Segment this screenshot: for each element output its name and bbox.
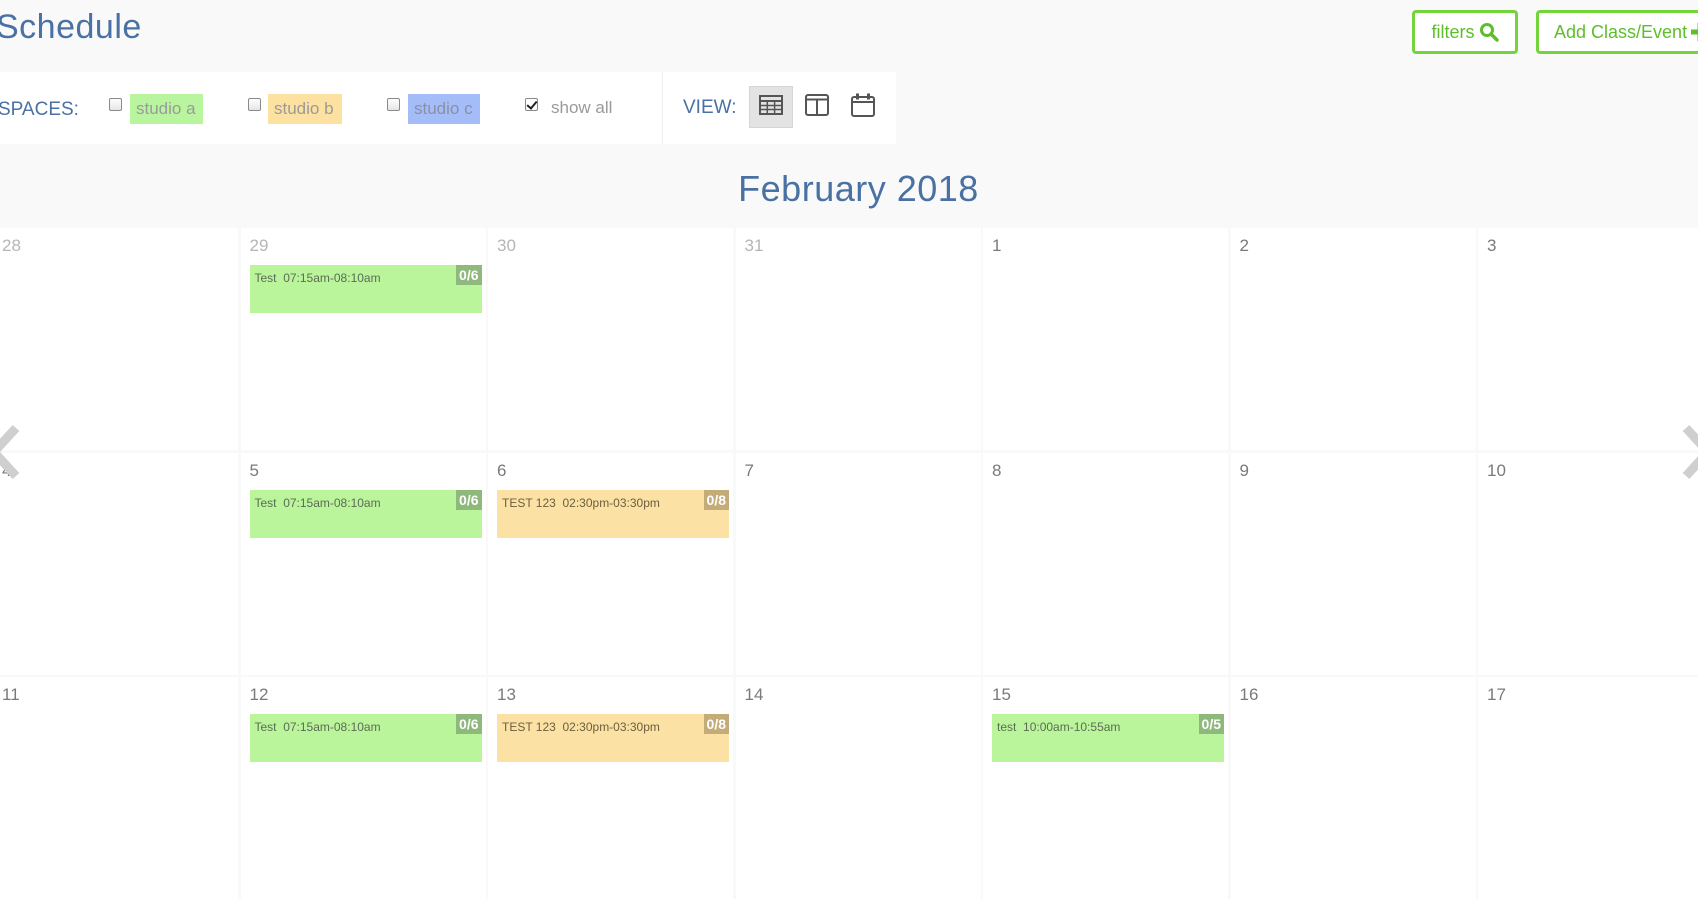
event-capacity-badge: 0/8 <box>704 490 729 510</box>
day-number: 6 <box>497 461 506 481</box>
week-view-button[interactable] <box>795 86 839 128</box>
event-block[interactable]: TEST 123 02:30pm-03:30pm 0/8 <box>497 714 729 762</box>
day-number: 10 <box>1487 461 1506 481</box>
day-number: 28 <box>2 236 21 256</box>
event-name: TEST 123 <box>502 720 556 734</box>
event-name: TEST 123 <box>502 496 556 510</box>
day-cell[interactable]: 17 <box>1478 677 1698 899</box>
day-cell[interactable]: 7 <box>736 453 981 675</box>
studio-b-checkbox[interactable] <box>248 98 261 111</box>
day-cell[interactable]: 6 TEST 123 02:30pm-03:30pm 0/8 <box>488 453 733 675</box>
plus-icon <box>1691 23 1698 41</box>
event-block[interactable]: Test 07:15am-08:10am 0/6 <box>250 265 482 313</box>
day-number: 29 <box>250 236 269 256</box>
view-switcher-panel: VIEW: <box>662 72 896 144</box>
day-cell[interactable]: 12 Test 07:15am-08:10am 0/6 <box>241 677 486 899</box>
day-number: 30 <box>497 236 516 256</box>
day-number: 7 <box>745 461 754 481</box>
event-block[interactable]: TEST 123 02:30pm-03:30pm 0/8 <box>497 490 729 538</box>
day-number: 1 <box>992 236 1001 256</box>
day-number: 9 <box>1240 461 1249 481</box>
day-number: 8 <box>992 461 1001 481</box>
day-cell[interactable]: 28 <box>0 228 238 450</box>
day-view-button[interactable] <box>841 86 885 128</box>
spaces-label: SPACES: <box>0 99 79 121</box>
studio-b-tag: studio b <box>268 94 342 124</box>
day-cell[interactable]: 3 <box>1478 228 1698 450</box>
event-capacity-badge: 0/6 <box>456 490 481 510</box>
day-cell[interactable]: 31 <box>736 228 981 450</box>
day-cell[interactable]: 1 <box>983 228 1228 450</box>
event-time: 10:00am-10:55am <box>1023 720 1120 734</box>
day-number: 14 <box>745 685 764 705</box>
schedule-toolbar: SPACES: studio a studio b studio c show … <box>0 72 897 144</box>
studio-c-tag: studio c <box>408 94 480 124</box>
add-class-event-label: Add Class/Event <box>1554 22 1687 43</box>
event-time: 07:15am-08:10am <box>283 496 380 510</box>
day-cell[interactable]: 2 <box>1231 228 1476 450</box>
studio-a-checkbox[interactable] <box>109 98 122 111</box>
week-columns-icon <box>805 94 829 121</box>
event-block[interactable]: Test 07:15am-08:10am 0/6 <box>250 490 482 538</box>
day-number: 17 <box>1487 685 1506 705</box>
event-capacity-badge: 0/6 <box>456 714 481 734</box>
day-number: 5 <box>250 461 259 481</box>
event-name: Test <box>255 271 277 285</box>
day-cell[interactable]: 8 <box>983 453 1228 675</box>
day-cell[interactable]: 10 <box>1478 453 1698 675</box>
event-capacity-badge: 0/6 <box>456 265 481 285</box>
month-view-button[interactable] <box>749 86 793 128</box>
day-cell[interactable]: 15 test 10:00am-10:55am 0/5 <box>983 677 1228 899</box>
show-all-label: show all <box>551 98 612 118</box>
day-number: 12 <box>250 685 269 705</box>
day-cell[interactable]: 29 Test 07:15am-08:10am 0/6 <box>241 228 486 450</box>
event-name: Test <box>255 720 277 734</box>
add-class-event-button[interactable]: Add Class/Event <box>1536 10 1698 54</box>
day-number: 3 <box>1487 236 1496 256</box>
filters-button[interactable]: filters <box>1412 10 1518 54</box>
month-title: February 2018 <box>0 168 1698 210</box>
day-cell[interactable]: 4 <box>0 453 238 675</box>
filters-label: filters <box>1431 22 1474 43</box>
search-icon <box>1479 22 1499 42</box>
event-time: 07:15am-08:10am <box>283 720 380 734</box>
spaces-filter-panel: SPACES: studio a studio b studio c show … <box>0 72 662 144</box>
studio-a-tag: studio a <box>130 94 203 124</box>
event-time: 07:15am-08:10am <box>283 271 380 285</box>
next-month-arrow[interactable] <box>1676 422 1698 482</box>
month-grid-icon <box>759 95 783 120</box>
studio-c-checkbox[interactable] <box>387 98 400 111</box>
day-cell[interactable]: 11 <box>0 677 238 899</box>
day-calendar-icon <box>851 93 875 122</box>
show-all-checkbox[interactable] <box>525 98 538 111</box>
day-cell[interactable]: 13 TEST 123 02:30pm-03:30pm 0/8 <box>488 677 733 899</box>
day-number: 31 <box>745 236 764 256</box>
day-number: 11 <box>2 685 20 705</box>
previous-month-arrow[interactable] <box>0 422 26 482</box>
event-block[interactable]: test 10:00am-10:55am 0/5 <box>992 714 1224 762</box>
day-cell[interactable]: 30 <box>488 228 733 450</box>
event-time: 02:30pm-03:30pm <box>562 720 659 734</box>
day-cell[interactable]: 14 <box>736 677 981 899</box>
page-title: Schedule <box>0 8 142 47</box>
event-name: test <box>997 720 1016 734</box>
day-cell[interactable]: 9 <box>1231 453 1476 675</box>
day-number: 15 <box>992 685 1011 705</box>
event-time: 02:30pm-03:30pm <box>562 496 659 510</box>
event-name: Test <box>255 496 277 510</box>
day-cell[interactable]: 16 <box>1231 677 1476 899</box>
day-number: 16 <box>1240 685 1259 705</box>
day-number: 13 <box>497 685 516 705</box>
event-capacity-badge: 0/8 <box>704 714 729 734</box>
view-label: VIEW: <box>683 97 737 119</box>
day-number: 2 <box>1240 236 1249 256</box>
event-block[interactable]: Test 07:15am-08:10am 0/6 <box>250 714 482 762</box>
event-capacity-badge: 0/5 <box>1199 714 1224 734</box>
day-cell[interactable]: 5 Test 07:15am-08:10am 0/6 <box>241 453 486 675</box>
